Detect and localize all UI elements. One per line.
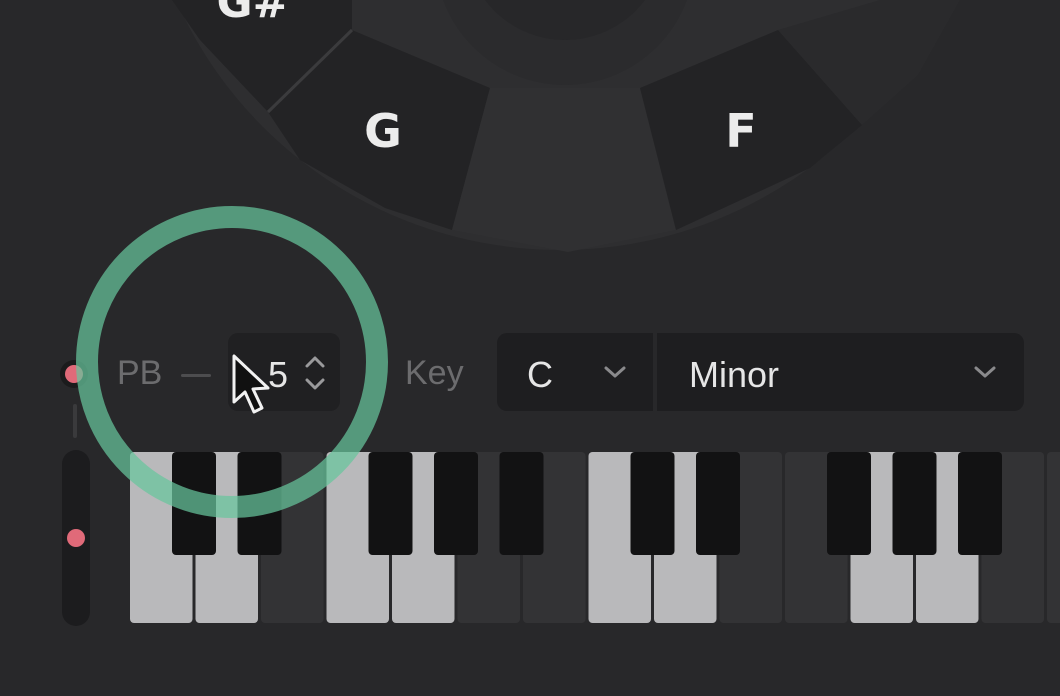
mouse-cursor-icon: [232, 354, 270, 414]
